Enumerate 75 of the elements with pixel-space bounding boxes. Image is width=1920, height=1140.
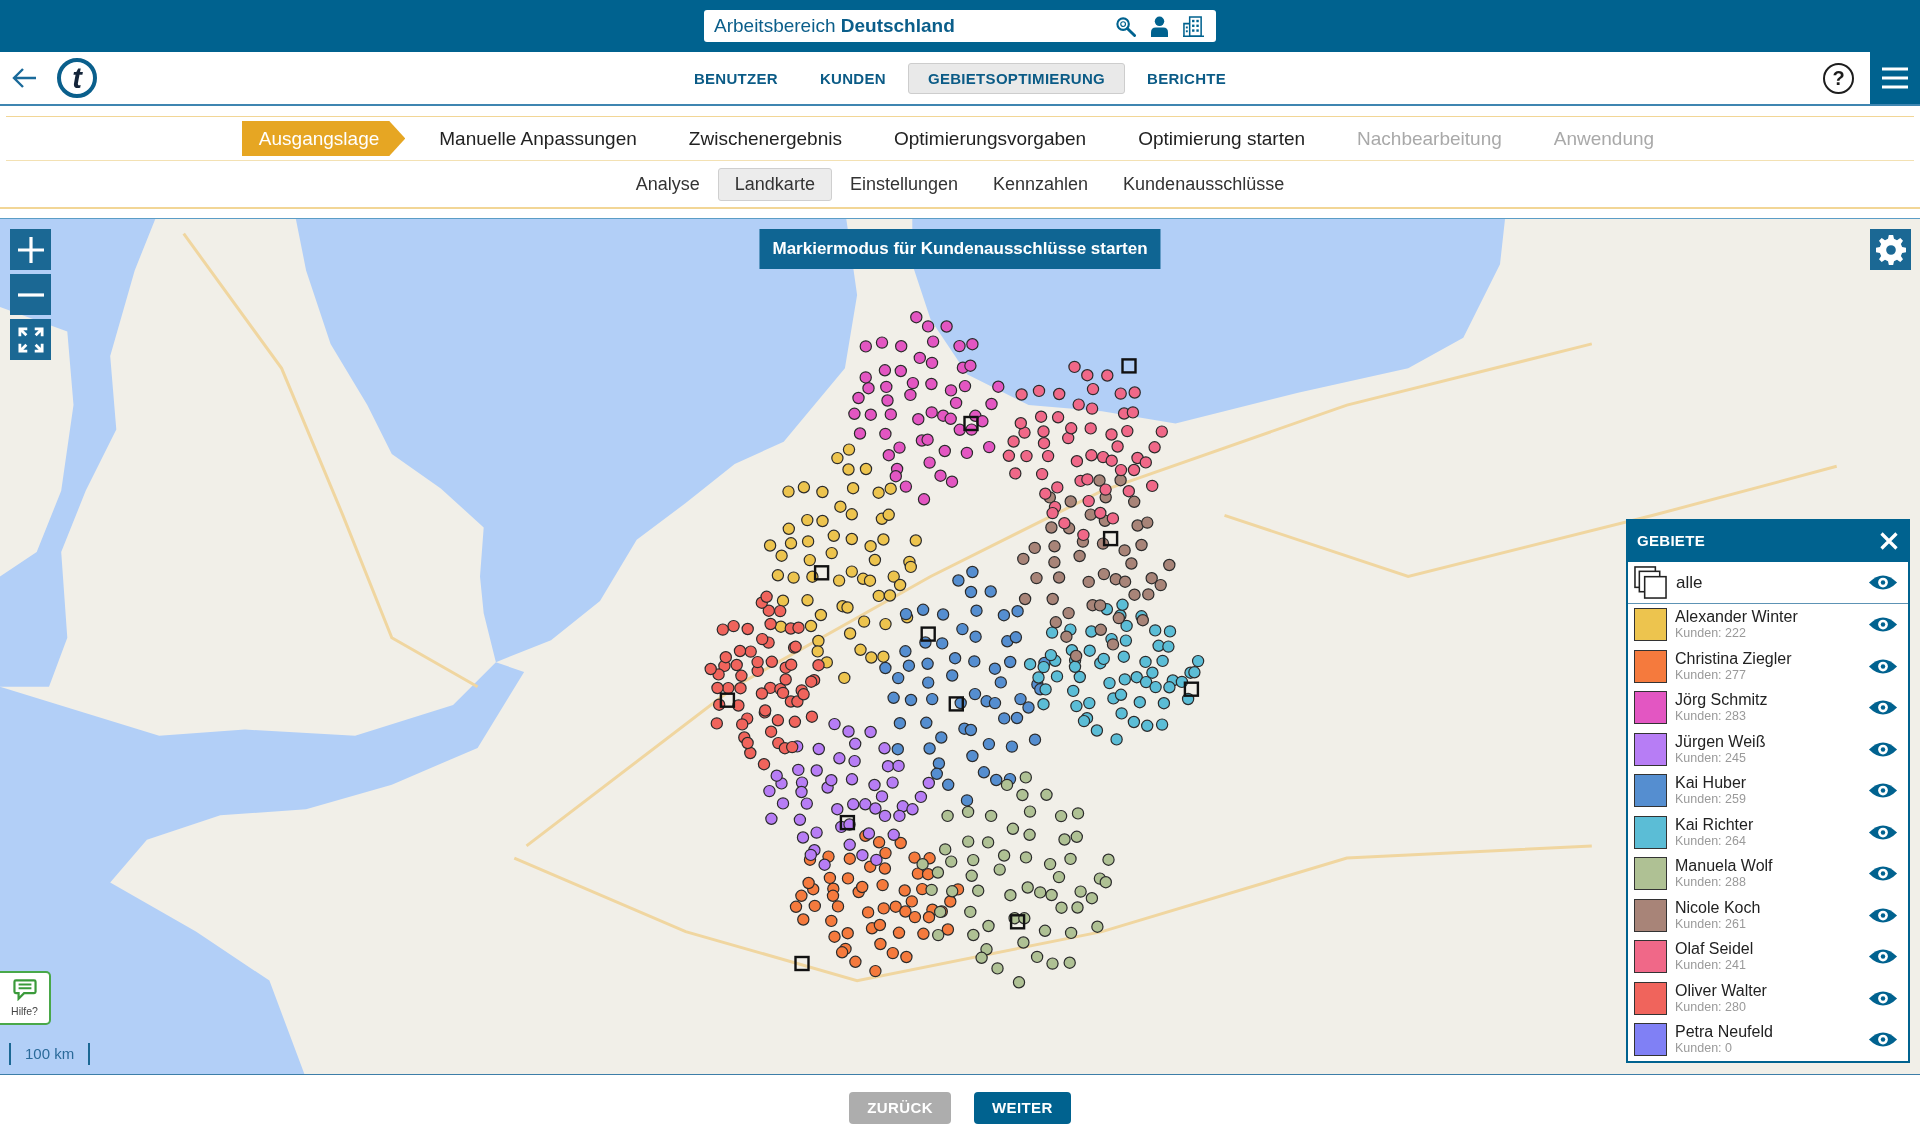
layers-icon — [1634, 566, 1667, 599]
map-scale: 100 km — [9, 1043, 91, 1065]
search-icon[interactable] — [1115, 15, 1136, 37]
menu-button[interactable] — [1870, 52, 1920, 104]
step-tab[interactable]: Optimierungsvorgaben — [869, 121, 1111, 156]
territory-name: Alexander Winter — [1675, 608, 1798, 627]
territory-name: Nicole Koch — [1675, 898, 1761, 917]
plus-icon — [17, 236, 44, 263]
square-marker-icon[interactable] — [839, 814, 856, 831]
help-tab[interactable]: Hilfe? — [0, 971, 51, 1025]
customer-count: Kunden: 288 — [1675, 875, 1747, 891]
territory-name: Olaf Seidel — [1675, 940, 1754, 959]
back-arrow-icon — [11, 67, 37, 89]
territory-name: Christina Ziegler — [1675, 649, 1792, 668]
territory-name: Kai Huber — [1675, 774, 1747, 793]
close-button[interactable] — [1880, 531, 1898, 550]
nav-tab[interactable]: KUNDEN — [799, 62, 906, 94]
menu-icon — [1882, 67, 1908, 89]
sub-tab[interactable]: Analyse — [618, 167, 717, 201]
help-button[interactable]: ? — [1823, 62, 1854, 94]
territory-name: Jürgen Weiß — [1675, 732, 1766, 751]
back-button[interactable] — [11, 66, 39, 90]
fullscreen-button[interactable] — [10, 319, 51, 360]
customer-count: Kunden: 241 — [1675, 958, 1747, 974]
customer-count: Kunden: 264 — [1675, 833, 1747, 849]
all-label: alle — [1676, 572, 1703, 593]
square-marker-icon[interactable] — [813, 565, 830, 581]
territory-name: Oliver Walter — [1675, 981, 1767, 1000]
customer-count: Kunden: 277 — [1675, 667, 1747, 683]
settings-icon — [1875, 234, 1906, 265]
building-icon[interactable] — [1183, 15, 1204, 37]
customer-count: Kunden: 283 — [1675, 709, 1747, 725]
workspace-field[interactable]: Arbeitsbereich Deutschland — [704, 10, 1216, 42]
nav-tab[interactable]: BERICHTE — [1127, 62, 1247, 94]
sub-tab[interactable]: Landkarte — [717, 167, 832, 201]
logo[interactable]: t — [57, 58, 97, 98]
square-marker-icon[interactable] — [948, 696, 964, 712]
square-marker-icon[interactable] — [1009, 914, 1026, 930]
eye-icon[interactable] — [1868, 573, 1898, 592]
sub-tab[interactable]: Kennzahlen — [976, 167, 1106, 201]
zoom-in-button[interactable] — [10, 229, 51, 270]
close-icon — [1880, 531, 1898, 550]
step-tab[interactable]: Manuelle Anpassungen — [415, 121, 661, 156]
territory-name: Kai Richter — [1675, 815, 1754, 834]
square-marker-icon[interactable] — [794, 955, 810, 972]
nav-tab[interactable]: BENUTZER — [673, 62, 798, 94]
customer-count: Kunden: 222 — [1675, 626, 1747, 642]
step-tab[interactable]: Zwischenergebnis — [664, 121, 866, 156]
territory-name: Jörg Schmitz — [1675, 691, 1768, 710]
customer-count: Kunden: 280 — [1675, 999, 1747, 1015]
square-marker-icon[interactable] — [1121, 358, 1137, 374]
step-tab[interactable]: Optimierung starten — [1114, 121, 1330, 156]
square-marker-icon[interactable] — [963, 415, 979, 432]
customer-count: Kunden: 259 — [1675, 792, 1747, 808]
square-marker-icon[interactable] — [719, 692, 736, 708]
territory-name: Manuela Wolf — [1675, 857, 1773, 876]
chat-icon — [12, 979, 37, 1001]
square-marker-icon[interactable] — [1102, 530, 1119, 547]
square-marker-icon[interactable] — [920, 626, 936, 642]
territory-name: Petra Neufeld — [1675, 1023, 1773, 1042]
expand-icon — [17, 326, 44, 353]
nav-tab[interactable]: GEBIETSOPTIMIERUNG — [907, 62, 1126, 94]
customer-count: Kunden: 245 — [1675, 750, 1747, 766]
user-icon[interactable] — [1151, 15, 1168, 37]
sub-tab[interactable]: Kundenausschlüsse — [1106, 167, 1302, 201]
customer-count: Kunden: 261 — [1675, 916, 1747, 932]
minus-icon — [17, 292, 44, 297]
square-marker-icon[interactable] — [1183, 681, 1200, 697]
zoom-out-button[interactable] — [10, 274, 51, 315]
mark-mode-button[interactable]: Markiermodus für Kundenausschlüsse starten — [759, 229, 1161, 269]
sub-tab[interactable]: Einstellungen — [832, 167, 975, 201]
legend-title: GEBIETE — [1637, 532, 1705, 549]
next-step-button[interactable]: WEITER — [974, 1091, 1071, 1124]
settings-button[interactable] — [1870, 229, 1911, 270]
customer-count: Kunden: 0 — [1675, 1041, 1733, 1057]
